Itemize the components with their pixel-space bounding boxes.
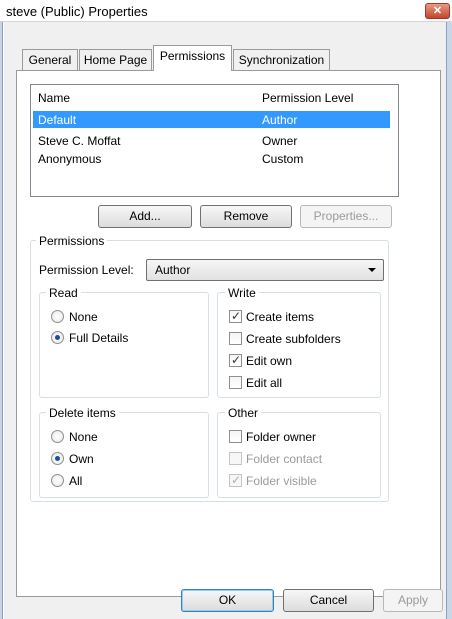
read-group [39, 292, 209, 398]
delete-items-group-label: Delete items [46, 406, 119, 420]
edit-own-label[interactable]: Edit own [246, 354, 292, 368]
delete-own-label[interactable]: Own [69, 452, 94, 466]
folder-owner-label[interactable]: Folder owner [246, 430, 316, 444]
create-subfolders-checkbox[interactable] [229, 332, 242, 345]
read-full-details-label[interactable]: Full Details [69, 331, 128, 345]
checkmark-icon: ✓ [231, 353, 242, 367]
delete-items-group [39, 412, 209, 498]
folder-owner-checkbox[interactable] [229, 430, 242, 443]
close-icon[interactable]: ✕ [425, 3, 450, 19]
checkmark-icon: ✓ [231, 309, 242, 323]
remove-button[interactable]: Remove [200, 205, 292, 228]
list-item-name[interactable]: Steve C. Moffat [38, 134, 120, 148]
permission-level-dropdown[interactable]: Author [146, 259, 384, 281]
create-items-label[interactable]: Create items [246, 310, 314, 324]
delete-all-label[interactable]: All [69, 474, 82, 488]
cancel-button[interactable]: Cancel [283, 589, 374, 612]
window-frame-right [446, 22, 452, 619]
radio-selected-dot [55, 335, 60, 340]
apply-button[interactable]: Apply [383, 589, 443, 612]
folder-contact-checkbox[interactable] [229, 452, 242, 465]
edit-own-checkbox[interactable]: ✓ [229, 353, 242, 367]
tab-permissions[interactable]: Permissions [153, 45, 232, 71]
list-item-name[interactable]: Anonymous [38, 152, 101, 166]
list-item-name[interactable]: Default [38, 113, 76, 127]
window-frame-left [0, 22, 3, 619]
folder-visible-label[interactable]: Folder visible [246, 474, 317, 488]
permission-level-label: Permission Level: [39, 263, 134, 277]
delete-none-radio[interactable] [51, 430, 64, 443]
other-group-label: Other [225, 406, 262, 420]
read-full-details-radio[interactable] [51, 331, 64, 344]
tab-synchronization[interactable]: Synchronization [233, 49, 330, 70]
delete-own-radio[interactable] [51, 452, 64, 465]
radio-selected-dot [55, 456, 60, 461]
column-header-permission-level[interactable]: Permission Level [262, 91, 353, 105]
ok-button[interactable]: OK [181, 589, 274, 612]
title-bar[interactable]: steve (Public) Properties ✕ [0, 0, 452, 22]
add-button[interactable]: Add... [98, 205, 192, 228]
folder-contact-label[interactable]: Folder contact [246, 452, 322, 466]
read-none-radio[interactable] [51, 310, 64, 323]
permissions-group-label: Permissions [36, 234, 108, 248]
write-group-label: Write [225, 286, 259, 300]
list-item-level[interactable]: Owner [262, 134, 297, 148]
edit-all-label[interactable]: Edit all [246, 376, 282, 390]
edit-all-checkbox[interactable] [229, 376, 242, 389]
delete-none-label[interactable]: None [69, 430, 98, 444]
create-items-checkbox[interactable]: ✓ [229, 309, 242, 323]
read-none-label[interactable]: None [69, 310, 98, 324]
window-title: steve (Public) Properties [6, 4, 148, 19]
tab-home-page[interactable]: Home Page [79, 49, 152, 70]
create-subfolders-label[interactable]: Create subfolders [246, 332, 341, 346]
list-item-level[interactable]: Author [262, 113, 297, 127]
chevron-down-icon [368, 268, 376, 272]
table-row-selected[interactable] [33, 111, 390, 128]
folder-visible-checkbox[interactable]: ✓ [229, 473, 242, 487]
tab-general[interactable]: General [22, 49, 78, 70]
list-item-level[interactable]: Custom [262, 152, 303, 166]
properties-button[interactable]: Properties... [300, 205, 392, 228]
checkmark-icon: ✓ [231, 473, 242, 487]
read-group-label: Read [46, 286, 81, 300]
permission-level-value: Author [155, 263, 191, 277]
column-header-name[interactable]: Name [38, 91, 70, 105]
delete-all-radio[interactable] [51, 474, 64, 487]
